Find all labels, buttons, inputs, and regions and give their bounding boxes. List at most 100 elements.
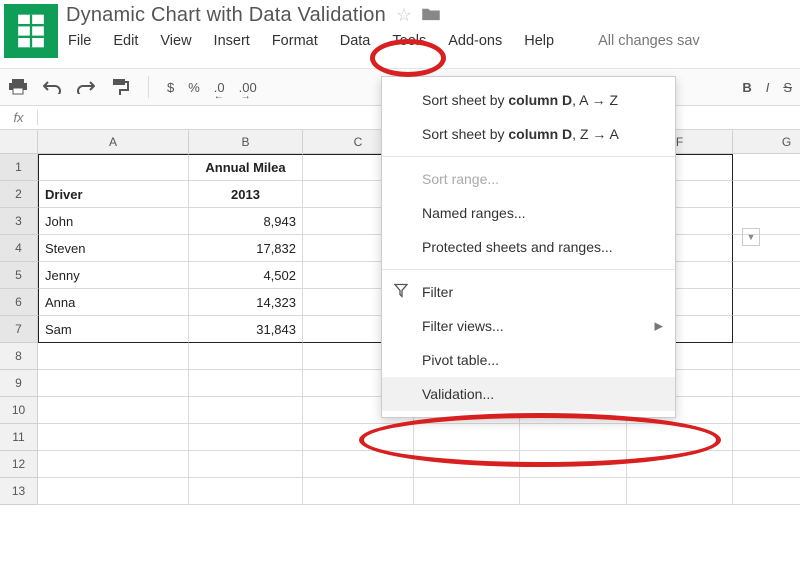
cell[interactable] — [733, 370, 800, 397]
cell[interactable] — [627, 451, 733, 478]
cell[interactable]: 8,943 — [189, 208, 303, 235]
cell[interactable]: John — [38, 208, 189, 235]
cell[interactable]: 14,323 — [189, 289, 303, 316]
menu-file[interactable]: File — [68, 33, 91, 49]
increase-decimal-button[interactable]: .00→ — [239, 80, 257, 95]
cell[interactable] — [38, 451, 189, 478]
row-header[interactable]: 13 — [0, 478, 38, 505]
row-header[interactable]: 10 — [0, 397, 38, 424]
column-header[interactable]: G — [733, 130, 800, 154]
paint-format-icon[interactable] — [110, 77, 130, 97]
cell[interactable]: 2013 — [189, 181, 303, 208]
cell[interactable] — [733, 424, 800, 451]
cell[interactable]: 31,843 — [189, 316, 303, 343]
cell[interactable] — [189, 424, 303, 451]
cell[interactable] — [414, 478, 520, 505]
cell[interactable]: Jenny — [38, 262, 189, 289]
cell[interactable] — [189, 451, 303, 478]
decrease-decimal-button[interactable]: .0← — [214, 80, 225, 95]
cell[interactable] — [733, 343, 800, 370]
cell[interactable] — [733, 397, 800, 424]
cell[interactable] — [189, 370, 303, 397]
cell[interactable]: 17,832 — [189, 235, 303, 262]
menu-insert[interactable]: Insert — [214, 33, 250, 49]
cell[interactable] — [38, 154, 189, 181]
cell[interactable] — [38, 478, 189, 505]
cell[interactable] — [38, 370, 189, 397]
cell[interactable] — [189, 478, 303, 505]
menu-data[interactable]: Data — [340, 33, 371, 49]
row-header[interactable]: 6 — [0, 289, 38, 316]
print-icon[interactable] — [8, 77, 28, 97]
cell[interactable] — [733, 478, 800, 505]
folder-icon[interactable] — [422, 7, 440, 24]
cell[interactable] — [189, 343, 303, 370]
menu-validation[interactable]: Validation... — [382, 377, 675, 411]
cell[interactable] — [38, 397, 189, 424]
cell[interactable] — [733, 316, 800, 343]
cell[interactable] — [38, 343, 189, 370]
cell[interactable]: 4,502 — [189, 262, 303, 289]
row-header[interactable]: 11 — [0, 424, 38, 451]
strike-button[interactable]: S — [783, 80, 792, 95]
column-header[interactable]: B — [189, 130, 303, 154]
cell[interactable] — [38, 424, 189, 451]
menu-protected-ranges[interactable]: Protected sheets and ranges... — [382, 230, 675, 264]
redo-icon[interactable] — [76, 77, 96, 97]
row-header[interactable]: 12 — [0, 451, 38, 478]
cell[interactable] — [733, 154, 800, 181]
cell[interactable]: Anna — [38, 289, 189, 316]
menu-sort-desc[interactable]: Sort sheet by column D, Z → A — [382, 117, 675, 151]
menu-addons[interactable]: Add-ons — [448, 33, 502, 49]
row-header[interactable]: 1 — [0, 154, 38, 181]
row-header[interactable]: 8 — [0, 343, 38, 370]
menu-pivot-table[interactable]: Pivot table... — [382, 343, 675, 377]
undo-icon[interactable] — [42, 77, 62, 97]
menu-sort-asc[interactable]: Sort sheet by column D, A → Z — [382, 83, 675, 117]
percent-button[interactable]: % — [188, 80, 200, 95]
cell[interactable] — [520, 424, 627, 451]
data-menu-dropdown: Sort sheet by column D, A → Z Sort sheet… — [381, 76, 676, 418]
cell[interactable] — [303, 451, 414, 478]
cell[interactable] — [520, 451, 627, 478]
save-status: All changes sav — [598, 33, 700, 49]
cell[interactable] — [627, 424, 733, 451]
cell[interactable] — [189, 397, 303, 424]
cell[interactable]: Driver — [38, 181, 189, 208]
italic-button[interactable]: I — [766, 80, 770, 95]
select-all-corner[interactable] — [0, 130, 38, 154]
menu-tools[interactable]: Tools — [392, 33, 426, 49]
menu-format[interactable]: Format — [272, 33, 318, 49]
currency-button[interactable]: $ — [167, 80, 174, 95]
cell[interactable] — [414, 424, 520, 451]
row-header[interactable]: 9 — [0, 370, 38, 397]
row-header[interactable]: 5 — [0, 262, 38, 289]
cell[interactable] — [414, 451, 520, 478]
menu-named-ranges[interactable]: Named ranges... — [382, 196, 675, 230]
menu-view[interactable]: View — [160, 33, 191, 49]
bold-button[interactable]: B — [742, 80, 751, 95]
star-icon[interactable]: ☆ — [396, 5, 412, 26]
menu-filter[interactable]: Filter — [382, 275, 675, 309]
row-header[interactable]: 2 — [0, 181, 38, 208]
cell[interactable] — [627, 478, 733, 505]
menu-filter-views[interactable]: Filter views...▶ — [382, 309, 675, 343]
cell[interactable] — [303, 424, 414, 451]
column-header[interactable]: A — [38, 130, 189, 154]
cell[interactable]: Steven — [38, 235, 189, 262]
cell[interactable] — [733, 289, 800, 316]
cell[interactable]: Sam — [38, 316, 189, 343]
cell[interactable] — [303, 478, 414, 505]
cell[interactable] — [733, 181, 800, 208]
row-header[interactable]: 4 — [0, 235, 38, 262]
cell[interactable]: Annual Milea — [189, 154, 303, 181]
menu-help[interactable]: Help — [524, 33, 554, 49]
document-title[interactable]: Dynamic Chart with Data Validation — [66, 4, 386, 27]
cell[interactable] — [733, 451, 800, 478]
cell[interactable] — [733, 262, 800, 289]
cell[interactable] — [520, 478, 627, 505]
cell-dropdown-indicator[interactable]: ▼ — [742, 228, 760, 246]
row-header[interactable]: 3 — [0, 208, 38, 235]
row-header[interactable]: 7 — [0, 316, 38, 343]
menu-edit[interactable]: Edit — [113, 33, 138, 49]
